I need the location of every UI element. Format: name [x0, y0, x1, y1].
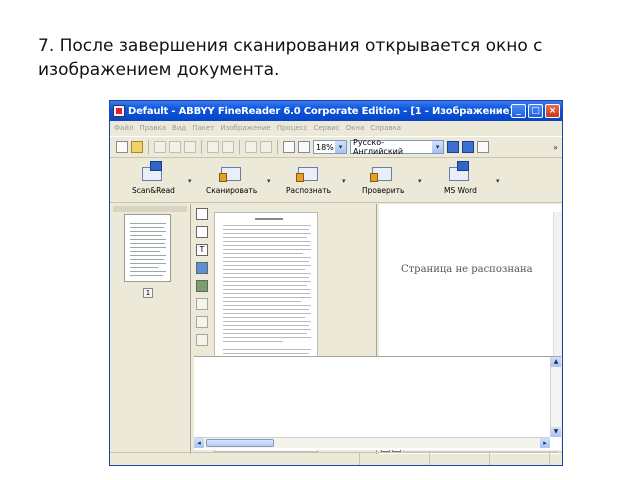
redo-icon[interactable]	[222, 141, 234, 153]
menu-bar: Файл Правка Вид Пакет Изображение Процес…	[110, 121, 562, 135]
page-number-badge: 1	[143, 288, 153, 298]
page-prev-icon[interactable]	[245, 141, 257, 153]
scanner-icon	[218, 161, 245, 183]
language-value: Русско-Английский	[353, 138, 404, 156]
menu-view[interactable]: Вид	[172, 124, 186, 132]
zoom-pane: ▲ ▼ ◂ ▸	[194, 356, 561, 450]
page-next-icon[interactable]	[260, 141, 272, 153]
scroll-down-icon[interactable]: ▼	[551, 427, 561, 437]
scan-dropdown-icon[interactable]: ▾	[267, 177, 271, 185]
toolbar-separator	[201, 140, 202, 154]
ms-word-button[interactable]: MS Word	[444, 161, 477, 195]
app-icon[interactable]	[113, 105, 125, 117]
batch-pane: 1	[111, 204, 191, 454]
chevron-down-icon[interactable]: ▾	[335, 141, 346, 153]
recognize-icon	[295, 161, 322, 183]
language-select[interactable]: Русско-Английский ▾	[350, 138, 444, 156]
add-zone-icon[interactable]	[196, 316, 208, 328]
slide-caption: 7. После завершения сканирования открыва…	[38, 36, 543, 80]
zoom-pane-hscrollbar[interactable]: ◂ ▸	[194, 437, 550, 448]
menu-image[interactable]: Изображение	[220, 124, 270, 132]
page-properties-icon[interactable]	[283, 141, 295, 153]
zoom-pane-vscrollbar[interactable]: ▲ ▼	[550, 357, 561, 437]
text-zone-icon[interactable]: T	[196, 244, 208, 256]
status-cell	[360, 453, 430, 465]
status-cell	[430, 453, 490, 465]
copy-icon[interactable]	[169, 141, 181, 153]
status-bar	[110, 452, 562, 465]
ms-word-label: MS Word	[444, 186, 477, 195]
ms-word-dropdown-icon[interactable]: ▾	[496, 177, 500, 185]
recognize-button[interactable]: Распознать	[286, 161, 331, 195]
scan-read-dropdown-icon[interactable]: ▾	[188, 177, 192, 185]
menu-tools[interactable]: Сервис	[313, 124, 339, 132]
cut-icon[interactable]	[154, 141, 166, 153]
scroll-up-icon[interactable]: ▲	[551, 357, 561, 367]
recognize-dropdown-icon[interactable]: ▾	[342, 177, 346, 185]
batch-pane-header	[113, 206, 187, 212]
check-button[interactable]: Проверить	[362, 161, 404, 195]
scroll-left-icon[interactable]: ◂	[194, 438, 204, 448]
minimize-button[interactable]: _	[511, 104, 526, 118]
table-zone-icon[interactable]	[196, 262, 208, 274]
scroll-thumb[interactable]	[206, 439, 274, 447]
scan-label: Сканировать	[206, 186, 258, 195]
check-icon	[370, 161, 396, 183]
scroll-right-icon[interactable]: ▸	[540, 438, 550, 448]
toolbar-separator	[148, 140, 149, 154]
scan-read-label: Scan&Read	[132, 186, 175, 195]
select-area-icon[interactable]	[196, 208, 208, 220]
menu-edit[interactable]: Правка	[139, 124, 166, 132]
layout-both-icon[interactable]	[477, 141, 489, 153]
scan-read-button[interactable]: Scan&Read	[132, 161, 175, 195]
page-thumbnail[interactable]	[124, 214, 171, 282]
toolbar-separator	[277, 140, 278, 154]
finereader-window: Default - ABBYY FineReader 6.0 Corporate…	[109, 100, 563, 466]
standard-toolbar: 18% ▾ Русско-Английский ▾ »	[110, 136, 562, 158]
scan-button[interactable]: Сканировать	[206, 161, 257, 195]
title-bar[interactable]: Default - ABBYY FineReader 6.0 Corporate…	[110, 101, 562, 121]
ms-word-icon	[447, 161, 473, 183]
close-button[interactable]: ×	[545, 104, 560, 118]
menu-process[interactable]: Процесс	[277, 124, 308, 132]
open-folder-icon[interactable]	[131, 141, 143, 153]
not-recognized-message: Страница не распознана	[401, 264, 533, 275]
layout-text-icon[interactable]	[462, 141, 474, 153]
zoom-value: 18%	[316, 142, 334, 152]
layout-image-icon[interactable]	[447, 141, 459, 153]
status-cell	[110, 453, 360, 465]
maximize-button[interactable]: □	[528, 104, 543, 118]
recognize-label: Распознать	[286, 186, 332, 195]
toolbar-separator	[239, 140, 240, 154]
paste-icon[interactable]	[184, 141, 196, 153]
zone-rect-icon[interactable]	[196, 226, 208, 238]
pointer-icon[interactable]	[196, 298, 208, 310]
zoom-select[interactable]: 18% ▾	[313, 140, 347, 154]
menu-file[interactable]: Файл	[114, 124, 133, 132]
main-task-toolbar: Scan&Read ▾ Сканировать ▾ Распознать ▾ П…	[110, 159, 562, 203]
picture-zone-icon[interactable]	[196, 280, 208, 292]
window-title: Default - ABBYY FineReader 6.0 Corporate…	[128, 105, 511, 117]
cut-zone-icon[interactable]	[196, 334, 208, 346]
undo-icon[interactable]	[207, 141, 219, 153]
toolbar-overflow-icon[interactable]: »	[553, 143, 558, 152]
check-label: Проверить	[362, 186, 405, 195]
status-cell	[490, 453, 550, 465]
chevron-down-icon[interactable]: ▾	[432, 141, 443, 153]
scan-read-icon	[140, 161, 166, 183]
menu-batch[interactable]: Пакет	[192, 124, 214, 132]
new-document-icon[interactable]	[116, 141, 128, 153]
check-dropdown-icon[interactable]: ▾	[418, 177, 422, 185]
print-icon[interactable]	[298, 141, 310, 153]
menu-help[interactable]: Справка	[370, 124, 401, 132]
menu-window[interactable]: Окна	[346, 124, 365, 132]
